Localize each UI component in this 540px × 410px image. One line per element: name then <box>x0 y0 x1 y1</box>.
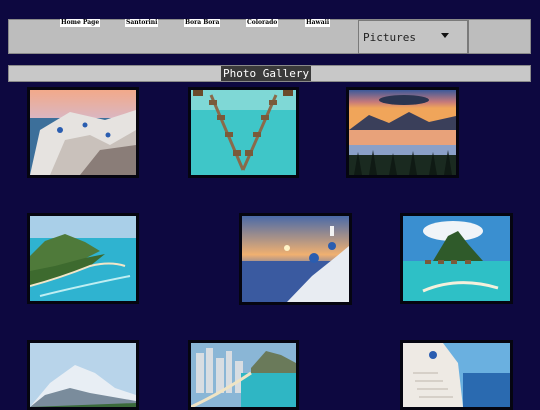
photo-overwater-bungalows[interactable] <box>188 87 299 178</box>
overwater-bungalows-image <box>191 90 296 175</box>
hawaii-coastline-image <box>30 216 136 301</box>
photo-santorini-village[interactable] <box>27 87 139 178</box>
nav-link-santorini[interactable]: Santorini <box>125 19 159 27</box>
select-value: Pictures <box>363 31 416 44</box>
photo-hawaii-coastline[interactable] <box>27 213 139 304</box>
nav-link-home[interactable]: Home Page <box>60 19 101 27</box>
pictures-select[interactable]: Pictures <box>358 20 468 54</box>
photo-snowy-mountain[interactable] <box>27 340 139 410</box>
photo-santorini-stairs[interactable] <box>400 340 513 410</box>
nav-divider <box>468 20 469 54</box>
snowy-mountain-image <box>30 343 136 407</box>
page-title: Photo Gallery <box>221 66 312 81</box>
waikiki-beach-image <box>191 343 296 407</box>
nav-link-bora-bora[interactable]: Bora Bora <box>184 19 221 27</box>
santorini-sunset-image <box>242 216 349 302</box>
nav-link-hawaii[interactable]: Hawaii <box>305 19 331 27</box>
bora-bora-image <box>403 216 510 301</box>
chevron-down-icon <box>441 33 449 38</box>
photo-waikiki-beach[interactable] <box>188 340 299 410</box>
santorini-village-image <box>30 90 136 175</box>
photo-mountain-lake-sunset[interactable] <box>346 87 459 178</box>
photo-santorini-sunset[interactable] <box>239 213 352 305</box>
mountain-lake-image <box>349 90 456 175</box>
santorini-stairs-image <box>403 343 510 407</box>
nav-link-colorado[interactable]: Colorado <box>246 19 279 27</box>
photo-bora-bora-mountain[interactable] <box>400 213 513 304</box>
